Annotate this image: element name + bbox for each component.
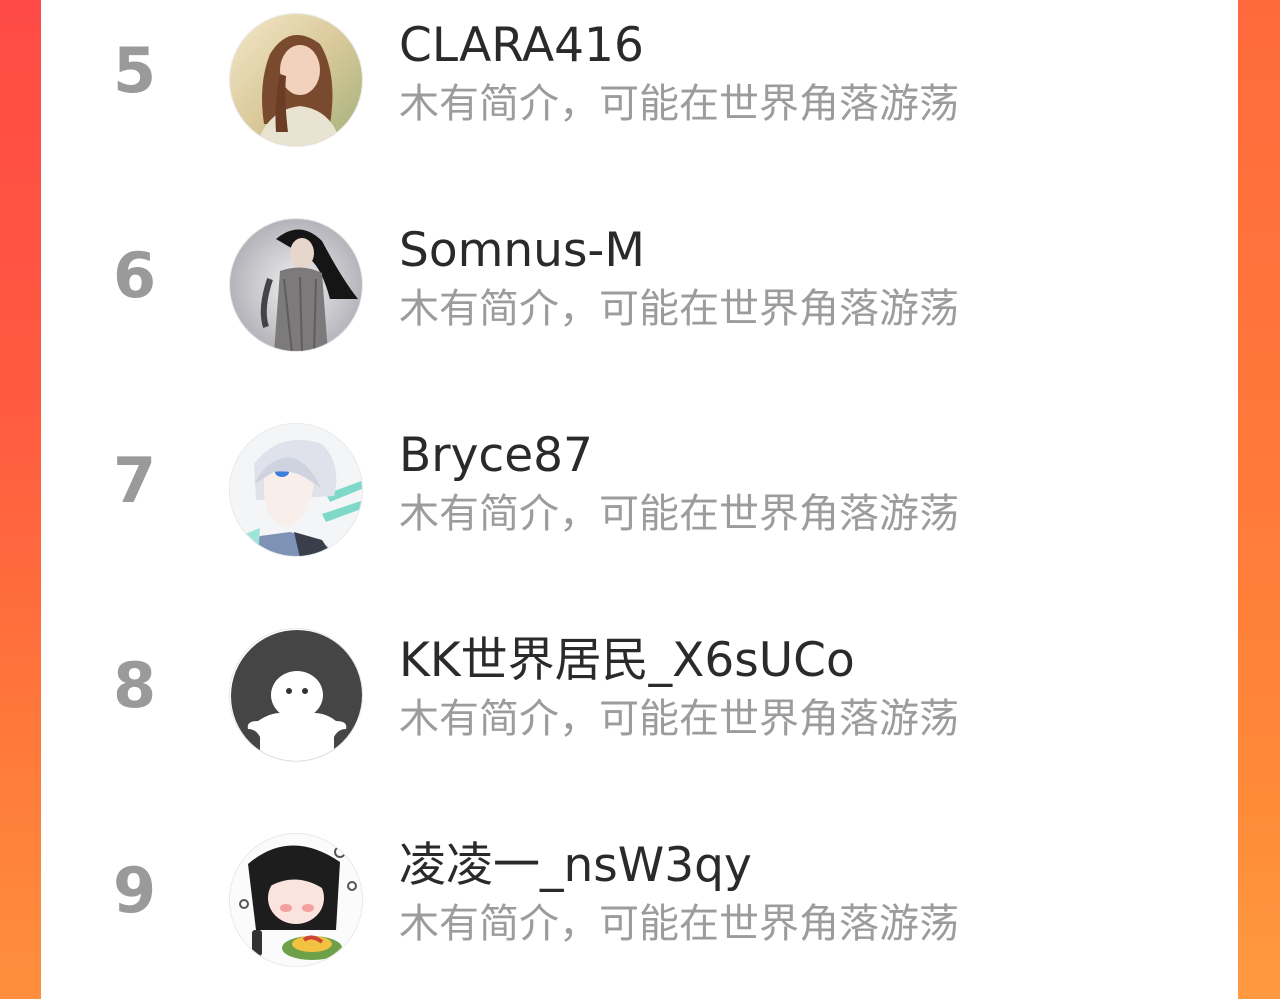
user-name[interactable]: CLARA416	[399, 18, 644, 74]
user-bio: 木有简介，可能在世界角落游荡	[399, 491, 959, 537]
ranking-row[interactable]: 5 CLARA416 木有简介，可能在世界角落游荡	[41, 0, 1238, 160]
user-bio: 木有简介，可能在世界角落游荡	[399, 696, 959, 742]
rank-number: 8	[113, 649, 157, 722]
user-avatar[interactable]	[229, 833, 363, 967]
rank-number: 9	[113, 854, 157, 927]
user-avatar[interactable]	[229, 13, 363, 147]
user-avatar-cartoon-icon	[230, 834, 362, 966]
user-avatar-photo-icon	[230, 219, 362, 351]
user-name[interactable]: 凌凌一_nsW3qy	[399, 838, 752, 894]
user-avatar-photo-icon	[230, 14, 362, 146]
user-bio: 木有简介，可能在世界角落游荡	[399, 81, 959, 127]
ranking-list: 5 CLARA416 木有简介，可能在世界角落游荡 6 Somnus-M 木有简…	[41, 0, 1238, 999]
user-name[interactable]: Bryce87	[399, 428, 593, 484]
ranking-row[interactable]: 6 Somnus-M 木有简介，可能在世界角落游荡	[41, 205, 1238, 365]
user-bio: 木有简介，可能在世界角落游荡	[399, 286, 959, 332]
rank-number: 5	[113, 34, 157, 107]
ranking-row[interactable]: 7 Bryce87 木有简介，可能在世界角落游荡	[41, 410, 1238, 570]
user-name[interactable]: Somnus-M	[399, 223, 645, 279]
user-avatar-anime-icon	[230, 424, 362, 556]
rank-number: 6	[113, 239, 157, 312]
background-gradient-right	[1238, 0, 1280, 999]
rank-number: 7	[113, 444, 157, 517]
ranking-row[interactable]: 8 KK世界居民_X6sUCo 木有简介，可能在世界角落游荡	[41, 615, 1238, 775]
user-avatar[interactable]	[229, 423, 363, 557]
user-bio: 木有简介，可能在世界角落游荡	[399, 901, 959, 947]
user-avatar[interactable]	[229, 218, 363, 352]
user-avatar[interactable]	[229, 628, 363, 762]
default-avatar-icon	[231, 630, 362, 761]
user-name[interactable]: KK世界居民_X6sUCo	[399, 633, 855, 689]
ranking-row[interactable]: 9 凌凌一_nsW3qy 木有简介，可能在世界角落游荡	[41, 820, 1238, 980]
